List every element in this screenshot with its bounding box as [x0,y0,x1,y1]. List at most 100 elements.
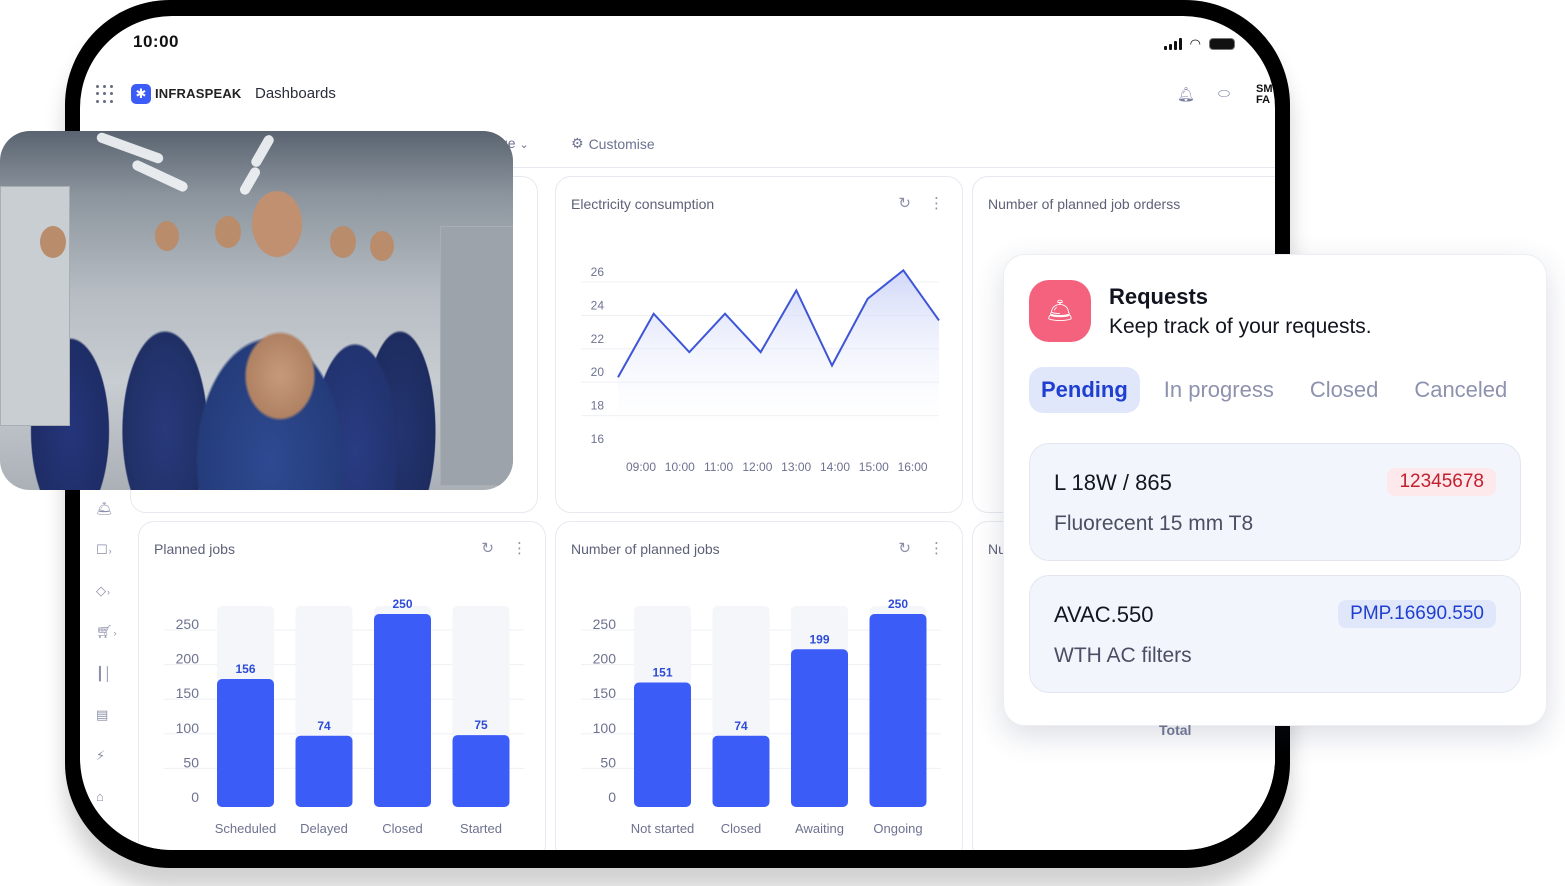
bar [452,735,510,807]
sidebar-item-reports[interactable]: ┃│ [96,666,120,682]
x-tick-label: Scheduled [215,821,276,836]
y-tick-label: 16 [591,432,605,446]
brand-name: INFRASPEAK [155,86,242,101]
area-fill [618,270,939,439]
x-tick-label: Started [460,821,502,836]
gear-icon: ⚙ [571,135,584,151]
request-item[interactable]: AVAC.550 WTH AC filters PMP.16690.550 [1029,575,1521,693]
y-tick-label: 150 [176,685,200,701]
x-tick-label: Closed [382,821,422,836]
requests-title: Requests [1109,284,1209,309]
y-tick-label: 150 [593,685,617,701]
bar [712,735,770,807]
customise-label: Customise [588,135,655,152]
x-tick-label: Awaiting [795,821,844,836]
electricity-line-chart: 16 18 20 22 24 26 09:00 10:00 11:00 12:00 13:00 14:… [581,265,940,474]
wifi-icon: ◠ [1189,36,1201,51]
total-label: Total [1159,722,1192,738]
signal-icon [1163,38,1182,50]
bar-value-label: 75 [474,718,488,732]
y-tick-label: 100 [176,720,200,736]
bar-value-label: 250 [392,597,412,611]
request-tag: 12345678 [1387,468,1496,496]
bar-value-label: 156 [235,662,255,676]
y-tick-label: 100 [593,720,617,736]
chevron-right-icon: › [113,628,117,638]
bell-icon[interactable]: 🔔︎ [1177,86,1195,103]
top-navigation: ✱ INFRASPEAK Dashboards 🔔︎ ⬭ SM FA [80,76,1275,112]
y-tick-label: 200 [593,651,617,667]
team-photo [0,131,513,490]
request-description: Fluorecent 15 mm T8 [1054,512,1254,535]
apps-grid-icon[interactable] [96,85,114,103]
bar [295,735,353,807]
bar [217,679,274,807]
x-tick-label: Ongoing [873,821,922,836]
x-tick-label: 13:00 [781,460,811,474]
bar [374,614,431,807]
sidebar-item-purchases[interactable]: 🛒︎› [96,624,120,640]
y-tick-label: 250 [593,616,617,632]
x-tick-label: 09:00 [626,460,656,474]
card-number-of-planned-jobs: Number of planned jobs ↻ ⋮ 0 50 100 150 200 25… [555,521,963,850]
org-label-line2: FA [1256,94,1271,106]
request-description: WTH AC filters [1054,644,1192,667]
marketing-composite: 10:00 ◠ ✱ INFRASPEAK Dashboards 🔔︎ ⬭ SM F… [0,0,1565,886]
bar [791,649,848,807]
y-tick-label: 50 [183,754,199,770]
y-tick-label: 50 [600,754,616,770]
bar-value-label: 250 [888,597,908,611]
y-tick-label: 200 [176,651,200,667]
planned-jobs-bar-chart: 0 50 100 150 200 250 156 Scheduled 74 Delayed 250 C… [164,597,524,836]
y-tick-label: 0 [191,789,199,805]
y-tick-label: 22 [591,332,605,346]
tab-closed[interactable]: Closed [1298,367,1390,413]
card-title: Number of planned job orderss [988,196,1181,212]
y-tick-label: 24 [591,298,605,312]
y-tick-label: 18 [591,399,605,413]
chevron-right-icon: › [107,587,110,597]
x-tick-label: 12:00 [742,460,772,474]
sidebar-item-energy[interactable]: ⚡︎ [96,748,120,764]
bar-value-label: 74 [317,719,331,733]
request-tag: PMP.16690.550 [1338,600,1496,628]
y-tick-label: 250 [176,616,200,632]
bar-value-label: 74 [734,719,748,733]
sidebar-item-requests[interactable]: 🛎︎ [96,501,120,517]
service-bell-icon: 🛎︎ [1029,280,1091,342]
infraspeak-logo-icon: ✱ [131,84,151,104]
status-time: 10:00 [133,32,179,51]
tab-canceled[interactable]: Canceled [1402,367,1519,413]
x-tick-label: 14:00 [820,460,850,474]
x-tick-label: 11:00 [704,460,733,474]
requests-subtitle: Keep track of your requests. [1109,315,1372,338]
request-code: L 18W / 865 [1054,470,1172,495]
requests-tabs: Pending In progress Closed Canceled [1029,367,1531,413]
sidebar-item-work-orders[interactable]: ☐› [96,542,120,558]
card-electricity-consumption: Electricity consumption ↻ ⋮ 16 18 20 22 24 26 0… [555,176,963,513]
sidebar-item-documents[interactable]: ▤ [96,707,120,723]
number-planned-jobs-bar-chart: 0 50 100 150 200 250 151 Not started 74 Closed 199… [581,597,941,836]
tab-pending[interactable]: Pending [1029,367,1140,413]
request-item[interactable]: L 18W / 865 Fluorecent 15 mm T8 12345678 [1029,443,1521,561]
status-icons: ◠ [1163,36,1235,52]
request-code: AVAC.550 [1054,602,1154,627]
chevron-down-icon: ⌄ [519,139,529,151]
page-title[interactable]: Dashboards [255,85,336,102]
y-tick-label: 0 [608,789,616,805]
x-tick-label: 15:00 [859,460,889,474]
x-tick-label: Not started [631,821,695,836]
y-tick-label: 26 [591,265,605,279]
bar [869,614,927,807]
organization-label[interactable]: SM FA [1256,84,1273,106]
customise-button[interactable]: ⚙ Customise [571,135,655,152]
sidebar-item-buildings[interactable]: ⌂ [96,789,120,804]
x-tick-label: Closed [721,821,761,836]
battery-icon [1209,38,1235,50]
chat-icon[interactable]: ⬭ [1218,85,1230,102]
tab-in-progress[interactable]: In progress [1152,367,1286,413]
card-planned-jobs: Planned jobs ↻ ⋮ 0 50 100 150 200 250 156 Schedu… [138,521,546,850]
x-tick-label: 16:00 [898,460,928,474]
sidebar-item-tags[interactable]: ◇› [96,583,120,599]
x-tick-label: Delayed [300,821,348,836]
